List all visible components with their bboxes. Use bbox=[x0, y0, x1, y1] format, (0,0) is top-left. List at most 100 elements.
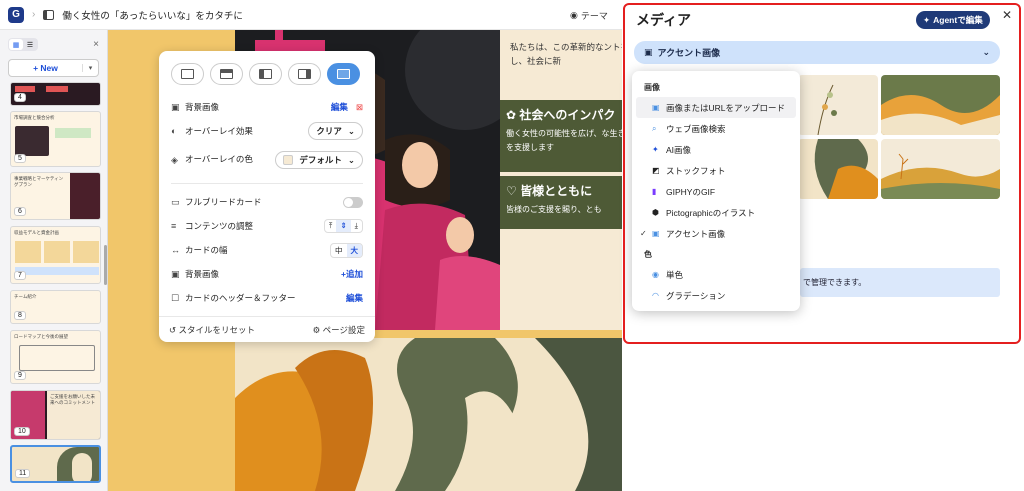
sidebar-scrollbar[interactable] bbox=[104, 245, 107, 285]
page-settings-label: ページ設定 bbox=[322, 324, 365, 335]
slide-thumb-4[interactable]: 4 bbox=[10, 82, 101, 106]
slide-intro-text: 私たちは、この革新的なントを実現し、社会に新 bbox=[510, 42, 622, 67]
accent-image-tile[interactable] bbox=[798, 139, 878, 199]
overlay-effect-row: ◐ オーバーレイ効果 クリア ⌄ bbox=[159, 119, 375, 143]
accent-image-tile[interactable] bbox=[798, 75, 878, 135]
align-bottom-icon[interactable]: ⤓ bbox=[351, 220, 362, 232]
document-title[interactable]: 働く女性の「あったらいいな」をカタチに bbox=[62, 8, 243, 22]
bg-image2-row: ▣ 背景画像 +追加 bbox=[159, 262, 375, 286]
bg-image-edit-link[interactable]: 編集 bbox=[331, 101, 348, 113]
slide-number: 11 bbox=[15, 469, 31, 478]
header-footer-icon: ☐ bbox=[171, 292, 180, 303]
menu-item-gradient[interactable]: ◠ グラデーション bbox=[632, 285, 800, 306]
align-icon: ≡ bbox=[171, 221, 177, 231]
panel-toggle-icon[interactable] bbox=[43, 9, 55, 20]
layout-left-button[interactable] bbox=[249, 63, 282, 85]
agent-edit-button[interactable]: ✦ Agentで編集 bbox=[916, 11, 990, 29]
bg-image2-label: 背景画像 bbox=[185, 269, 220, 279]
media-source-value: アクセント画像 bbox=[657, 48, 721, 58]
slide-thumb-11[interactable]: 11 bbox=[10, 445, 101, 483]
menu-item-upload[interactable]: ▣ 画像またはURLをアップロード bbox=[636, 97, 796, 118]
card-style-panel: ▣ 背景画像 編集 ⊠ ◐ オーバーレイ効果 クリア ⌄ ◈ オーバーレイの色 デ… bbox=[159, 51, 375, 342]
slide-number: 9 bbox=[14, 371, 26, 380]
handshake-icon: ♡ bbox=[506, 184, 521, 198]
overlay-effect-select[interactable]: クリア ⌄ bbox=[308, 122, 363, 140]
giphy-icon: ▮ bbox=[652, 187, 657, 196]
full-bleed-row: ▭ フルブリードカード bbox=[159, 190, 375, 214]
accent-image-icon: ▣ bbox=[652, 229, 660, 238]
grid-view-icon[interactable]: ▦ bbox=[9, 39, 23, 50]
search-icon: ⌕ bbox=[652, 123, 657, 133]
overlay-color-row: ◈ オーバーレイの色 デフォルト ⌄ bbox=[159, 143, 375, 177]
menu-item-accent-image[interactable]: ✓ ▣ アクセント画像 bbox=[632, 223, 800, 244]
chevron-down-icon: ⌄ bbox=[347, 125, 355, 136]
view-toggle[interactable]: ▦ ☰ bbox=[8, 38, 38, 51]
media-info-banner: で管理できます。 bbox=[800, 268, 1000, 297]
menu-item-ai-image[interactable]: ✦ AI画像 bbox=[632, 139, 800, 160]
width-large-option[interactable]: 大 bbox=[346, 243, 362, 257]
menu-item-giphy[interactable]: ▮ GIPHYのGIF bbox=[632, 181, 800, 202]
slide-number: 4 bbox=[14, 93, 26, 102]
paint-bucket-icon: ◈ bbox=[171, 154, 178, 165]
thumb-title: ロードマップと今後の展望 bbox=[14, 334, 68, 339]
bg-image-add-link[interactable]: +追加 bbox=[341, 268, 363, 280]
slide-thumb-9[interactable]: ロードマップと今後の展望 9 bbox=[10, 330, 101, 384]
layout-background-button[interactable] bbox=[327, 63, 360, 85]
menu-item-label: 単色 bbox=[666, 269, 684, 280]
slide-thumb-7[interactable]: 収益モデルと資金計画 7 bbox=[10, 226, 101, 284]
page-settings-button[interactable]: ⚙ ページ設定 bbox=[313, 324, 365, 336]
pictographic-icon: ⬢ bbox=[652, 208, 659, 217]
menu-item-label: AI画像 bbox=[666, 144, 692, 155]
slide-thumb-5[interactable]: 市場調査と競合分析 5 bbox=[10, 111, 101, 167]
chevron-down-icon: ⌄ bbox=[982, 47, 990, 57]
app-logo-icon[interactable]: G bbox=[8, 6, 24, 23]
full-bleed-toggle[interactable] bbox=[343, 196, 363, 208]
theme-button[interactable]: ◉ テーマ bbox=[570, 9, 608, 22]
layout-left-icon bbox=[259, 69, 272, 79]
panel-footer: ↺ スタイルをリセット ⚙ ページ設定 bbox=[159, 316, 375, 342]
slide-11-preview[interactable] bbox=[235, 338, 622, 491]
full-bleed-label: フルブリードカード bbox=[185, 197, 262, 207]
accent-image-tile[interactable] bbox=[881, 139, 1000, 199]
header-footer-edit-link[interactable]: 編集 bbox=[346, 292, 363, 304]
slide-thumb-10[interactable]: ご支援をお願いした未来へのコミットメント 10 bbox=[10, 390, 101, 440]
menu-item-label: ストックフォト bbox=[666, 165, 726, 176]
impact-card[interactable]: ✿ 社会へのインパク 働く女性の可能性を広げ、な生き方を支援します bbox=[500, 100, 622, 172]
layout-blank-button[interactable] bbox=[171, 63, 204, 85]
remove-image-icon[interactable]: ⊠ bbox=[356, 102, 363, 113]
new-slide-button[interactable]: + New ▾ bbox=[8, 59, 99, 77]
media-source-select[interactable]: ▣ アクセント画像 ⌄ bbox=[634, 41, 1000, 64]
card-icon: ▭ bbox=[171, 196, 180, 207]
align-middle-icon[interactable]: ⇕ bbox=[336, 220, 351, 232]
list-view-icon[interactable]: ☰ bbox=[23, 39, 37, 50]
menu-item-solid-color[interactable]: ◉ 単色 bbox=[632, 264, 800, 285]
content-align-label: コンテンツの調整 bbox=[185, 221, 254, 231]
content-align-segments: ⤒ ⇕ ⤓ bbox=[324, 219, 363, 233]
menu-item-pictographic[interactable]: ⬢ Pictographicのイラスト bbox=[632, 202, 800, 223]
header-footer-row: ☐ カードのヘッダー＆フッター 編集 bbox=[159, 286, 375, 310]
align-top-icon[interactable]: ⤒ bbox=[325, 220, 336, 232]
slide-number: 7 bbox=[14, 271, 26, 280]
width-medium-option[interactable]: 中 bbox=[331, 244, 347, 257]
agent-edit-label: Agentで編集 bbox=[933, 15, 983, 25]
together-card[interactable]: ♡ 皆様とともに 皆様のご支援を賜り、とも bbox=[500, 176, 622, 229]
layout-top-button[interactable] bbox=[210, 63, 243, 85]
new-options-chevron-icon[interactable]: ▾ bbox=[82, 64, 98, 72]
slide-thumb-8[interactable]: チーム紹介 8 bbox=[10, 290, 101, 324]
card-width-row: ↔ カードの幅 中 大 bbox=[159, 238, 375, 262]
accent-image-tile[interactable] bbox=[881, 75, 1000, 135]
menu-item-web-search[interactable]: ⌕ ウェブ画像検索 bbox=[632, 118, 800, 139]
close-sidebar-icon[interactable]: × bbox=[93, 39, 99, 50]
slide-number: 5 bbox=[14, 154, 26, 163]
reset-style-button[interactable]: ↺ スタイルをリセット bbox=[169, 324, 255, 336]
overlay-color-select[interactable]: デフォルト ⌄ bbox=[275, 151, 363, 169]
sparkle-icon: ✦ bbox=[923, 14, 931, 25]
chevron-down-icon: ⌄ bbox=[347, 154, 355, 165]
solid-color-icon: ◉ bbox=[652, 270, 659, 279]
close-icon[interactable]: ✕ bbox=[1002, 8, 1012, 22]
menu-item-stock-photo[interactable]: ◩ ストックフォト bbox=[632, 160, 800, 181]
bg-image-row: ▣ 背景画像 編集 ⊠ bbox=[159, 95, 375, 119]
layout-right-button[interactable] bbox=[288, 63, 321, 85]
slide-thumb-6[interactable]: 事業戦略とマーケティングプラン 6 bbox=[10, 172, 101, 220]
thumb-title: 市場調査と競合分析 bbox=[14, 115, 55, 120]
